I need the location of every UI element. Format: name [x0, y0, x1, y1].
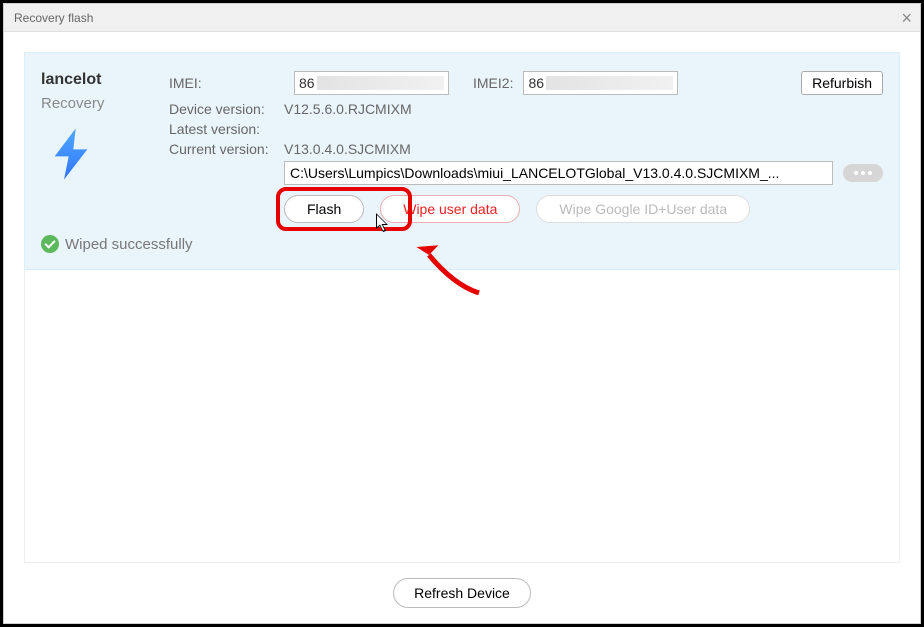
device-left-column: lancelot Recovery — [41, 71, 151, 223]
empty-list-area — [24, 270, 900, 563]
content-area: lancelot Recovery IMEI: — [4, 32, 920, 623]
device-name: lancelot — [41, 71, 151, 89]
wipe-user-data-button[interactable]: Wipe user data — [380, 195, 520, 223]
device-version-value: V12.5.6.0.RJCMIXM — [284, 101, 412, 117]
imei-label: IMEI: — [169, 75, 284, 91]
imei2-field[interactable]: 86 — [523, 71, 678, 95]
action-row: Flash Wipe user data Wipe Google ID+User… — [284, 195, 883, 223]
imei1-field[interactable]: 86 — [294, 71, 449, 95]
refurbish-button[interactable]: Refurbish — [801, 71, 883, 95]
current-version-label: Current version: — [169, 141, 284, 157]
device-version-label: Device version: — [169, 101, 284, 117]
wipe-google-id-button[interactable]: Wipe Google ID+User data — [536, 195, 750, 223]
firmware-path-field[interactable]: C:\Users\Lumpics\Downloads\miui_LANCELOT… — [284, 161, 833, 185]
status-message: Wiped successfully — [65, 236, 193, 253]
latest-version-label: Latest version: — [169, 121, 284, 137]
bolt-icon — [43, 126, 99, 182]
imei2-prefix: 86 — [528, 75, 544, 91]
imei2-label: IMEI2: — [473, 75, 513, 91]
device-panel: lancelot Recovery IMEI: — [24, 52, 900, 270]
current-version-value: V13.0.4.0.SJCMIXM — [284, 141, 411, 157]
imei1-redacted — [317, 76, 444, 90]
status-row: Wiped successfully — [41, 235, 883, 253]
imei2-redacted — [546, 76, 673, 90]
device-mode: Recovery — [41, 95, 151, 112]
flash-button[interactable]: Flash — [284, 195, 364, 223]
titlebar: Recovery flash × — [4, 4, 920, 32]
imei1-prefix: 86 — [299, 75, 315, 91]
check-icon — [41, 235, 59, 253]
device-info: IMEI: 86 IMEI2: 86 Refurbish — [169, 71, 883, 223]
close-icon[interactable]: × — [901, 9, 912, 27]
bottom-bar: Refresh Device — [24, 563, 900, 623]
recovery-flash-window: Recovery flash × lancelot Recovery — [3, 3, 921, 624]
firmware-path-text: C:\Users\Lumpics\Downloads\miui_LANCELOT… — [290, 165, 779, 181]
refresh-device-button[interactable]: Refresh Device — [393, 578, 531, 608]
window-title: Recovery flash — [14, 11, 901, 25]
browse-button[interactable] — [843, 164, 883, 182]
